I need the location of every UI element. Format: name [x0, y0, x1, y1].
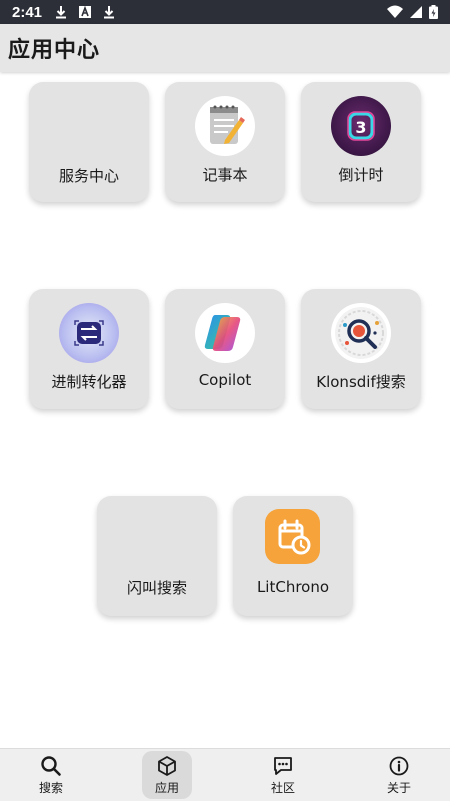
bottom-navigation: 搜索 应用 社区 关于 — [0, 748, 450, 801]
tile-label: Klonsdif搜索 — [316, 373, 406, 391]
tile-service-center[interactable]: 服务中心 — [29, 82, 149, 202]
battery-icon — [429, 5, 438, 19]
wifi-icon — [387, 5, 403, 18]
status-bar: 2:41 — [0, 0, 450, 24]
countdown-icon: 3 — [331, 96, 391, 156]
tile-notepad[interactable]: 记事本 — [165, 82, 285, 202]
cube-icon — [158, 755, 176, 776]
tile-label: 进制转化器 — [51, 373, 127, 391]
notepad-icon — [195, 96, 255, 156]
info-icon — [389, 756, 409, 775]
tile-label: 倒计时 — [338, 166, 384, 184]
tile-base-converter[interactable]: 进制转化器 — [29, 289, 149, 409]
tile-label: Copilot — [198, 371, 252, 389]
calendar-clock-icon — [265, 509, 320, 564]
copilot-icon — [195, 303, 255, 363]
nav-label: 应用 — [154, 780, 179, 795]
a-box-icon — [79, 5, 92, 18]
converter-icon — [59, 303, 119, 363]
tile-litchrono[interactable]: LitChrono — [233, 496, 353, 616]
nav-item-community[interactable]: 社区 — [253, 749, 313, 801]
nav-item-search[interactable]: 搜索 — [21, 749, 81, 801]
tile-label: 服务中心 — [58, 167, 119, 185]
tile-label: LitChrono — [256, 578, 330, 596]
status-notification-icons — [54, 5, 116, 19]
tile-shanjiao-search[interactable]: 闪叫搜索 — [97, 496, 217, 616]
chat-icon — [274, 756, 292, 775]
download-icon — [104, 6, 115, 19]
signal-icon — [410, 6, 422, 18]
tile-label: 记事本 — [202, 166, 248, 184]
nav-item-apps[interactable]: 应用 — [142, 751, 192, 799]
page-title: 应用中心 — [8, 38, 101, 63]
tile-label: 闪叫搜索 — [126, 579, 187, 597]
nav-label: 社区 — [270, 780, 295, 795]
app-bar: 应用中心 — [0, 24, 450, 72]
status-time: 2:41 — [12, 3, 43, 21]
nav-label: 搜索 — [38, 780, 63, 795]
status-system-icons — [387, 5, 438, 19]
tile-countdown[interactable]: 3 倒计时 — [301, 82, 421, 202]
nav-item-about[interactable]: 关于 — [369, 749, 429, 801]
klonsdif-search-icon — [331, 303, 391, 363]
nav-label: 关于 — [386, 780, 411, 795]
search-icon — [41, 755, 61, 776]
download-icon — [56, 6, 67, 19]
tile-klonsdif-search[interactable]: Klonsdif搜索 — [301, 289, 421, 409]
svg-text:3: 3 — [355, 118, 366, 137]
tile-copilot[interactable]: Copilot — [165, 289, 285, 409]
